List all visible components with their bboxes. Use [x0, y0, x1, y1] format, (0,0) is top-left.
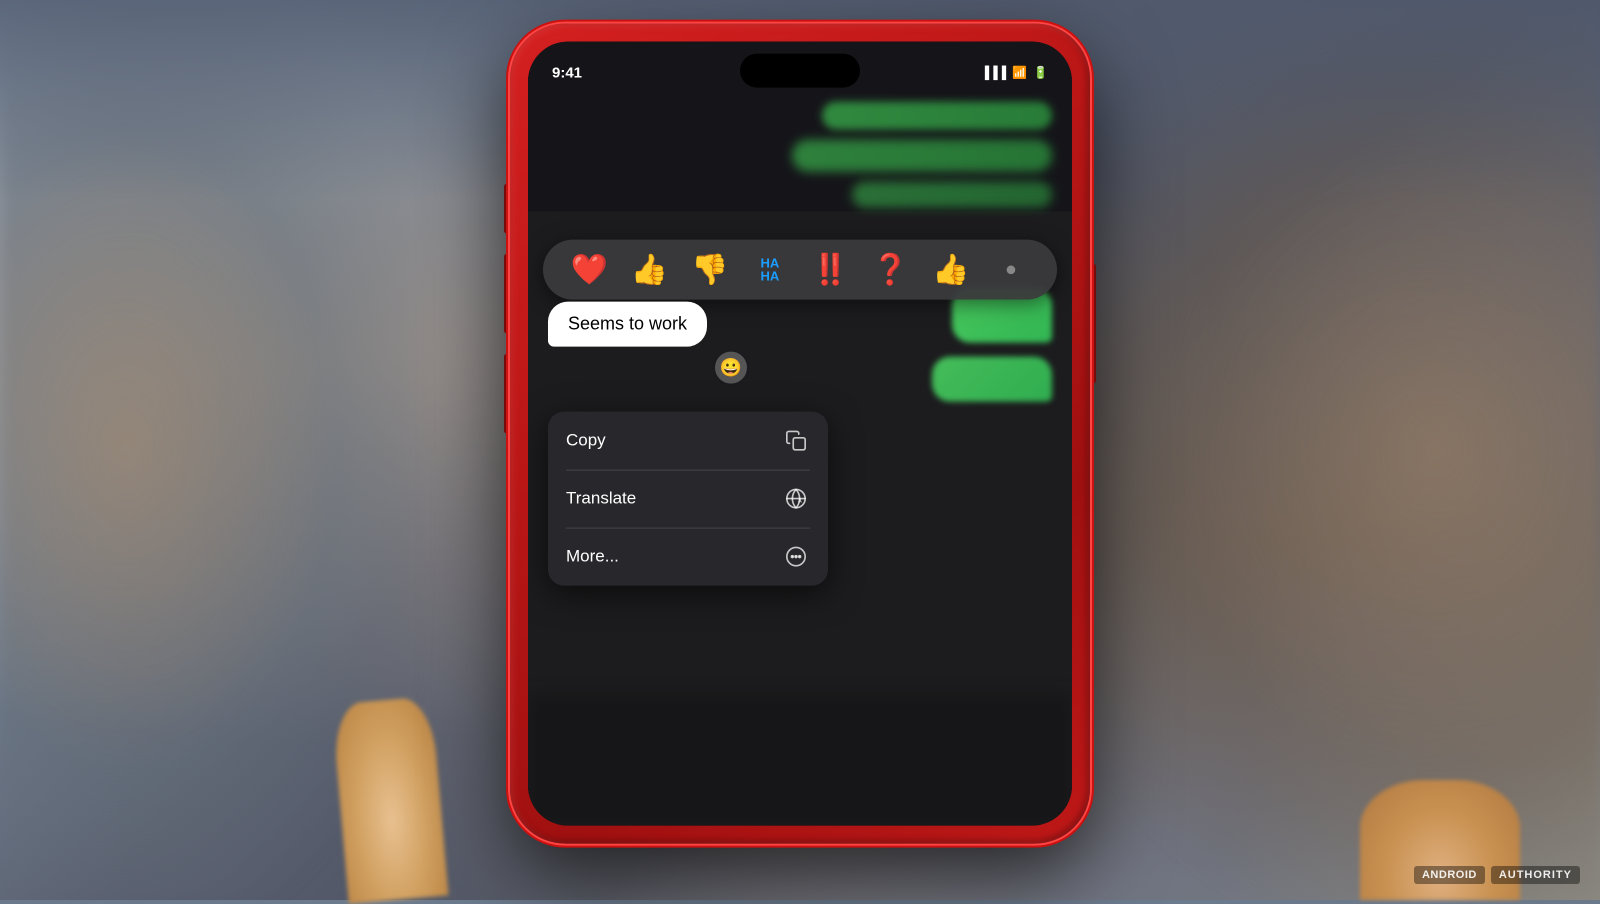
- tapback-more[interactable]: ●: [989, 248, 1033, 292]
- more-label: More...: [566, 547, 619, 567]
- status-icons: ▐▐▐ 📶 🔋: [981, 66, 1048, 80]
- translate-icon: A: [782, 485, 810, 513]
- copy-label: Copy: [566, 431, 606, 451]
- side-button-power[interactable]: [1090, 264, 1096, 384]
- bottom-blur: [528, 696, 1072, 826]
- tapback-question[interactable]: ❓: [868, 248, 912, 292]
- phone-screen: 9:41 ▐▐▐ 📶 🔋 ❤️ 👍 👎 HAHA: [528, 42, 1072, 826]
- signal-icon: ▐▐▐: [981, 66, 1007, 80]
- watermark-name: AUTHORITY: [1491, 866, 1580, 884]
- chat-area: ❤️ 👍 👎 HAHA ‼️ ❓ 👍 ● Seems to work: [528, 92, 1072, 826]
- status-bar: 9:41 ▐▐▐ 📶 🔋: [528, 42, 1072, 92]
- wifi-icon: 📶: [1012, 66, 1027, 80]
- watermark: ANDROID AUTHORITY: [1414, 866, 1580, 884]
- reaction-emoji: 😀: [720, 357, 742, 378]
- selected-message-text: Seems to work: [568, 314, 687, 334]
- phone-frame: 9:41 ▐▐▐ 📶 🔋 ❤️ 👍 👎 HAHA: [510, 24, 1090, 844]
- svg-text:A: A: [798, 498, 802, 504]
- tapback-reaction-bar[interactable]: ❤️ 👍 👎 HAHA ‼️ ❓ 👍 ●: [543, 240, 1057, 300]
- copy-menu-item[interactable]: Copy: [548, 412, 828, 470]
- battery-icon: 🔋: [1033, 66, 1048, 80]
- context-menu[interactable]: Copy Translate: [548, 412, 828, 586]
- screen-content: 9:41 ▐▐▐ 📶 🔋 ❤️ 👍 👎 HAHA: [528, 42, 1072, 826]
- selected-message-bubble[interactable]: Seems to work: [548, 302, 707, 347]
- message-bubble-right-2: [932, 357, 1052, 402]
- haha-label: HAHA: [760, 257, 779, 283]
- tapback-exclamation[interactable]: ‼️: [808, 248, 852, 292]
- tapback-haha[interactable]: HAHA: [748, 248, 792, 292]
- tapback-thumbsup[interactable]: 👍: [627, 248, 671, 292]
- watermark-brand: ANDROID: [1414, 866, 1485, 884]
- copy-icon: [782, 427, 810, 455]
- emoji-reaction-on-message[interactable]: 😀: [713, 350, 749, 386]
- tapback-heart[interactable]: ❤️: [567, 248, 611, 292]
- translate-menu-item[interactable]: Translate A: [548, 470, 828, 528]
- more-icon: [782, 543, 810, 571]
- status-time: 9:41: [552, 64, 582, 81]
- tapback-thumbsup-2[interactable]: 👍: [929, 248, 973, 292]
- more-menu-item[interactable]: More...: [548, 528, 828, 586]
- translate-label: Translate: [566, 489, 636, 509]
- tapback-thumbsdown[interactable]: 👎: [688, 248, 732, 292]
